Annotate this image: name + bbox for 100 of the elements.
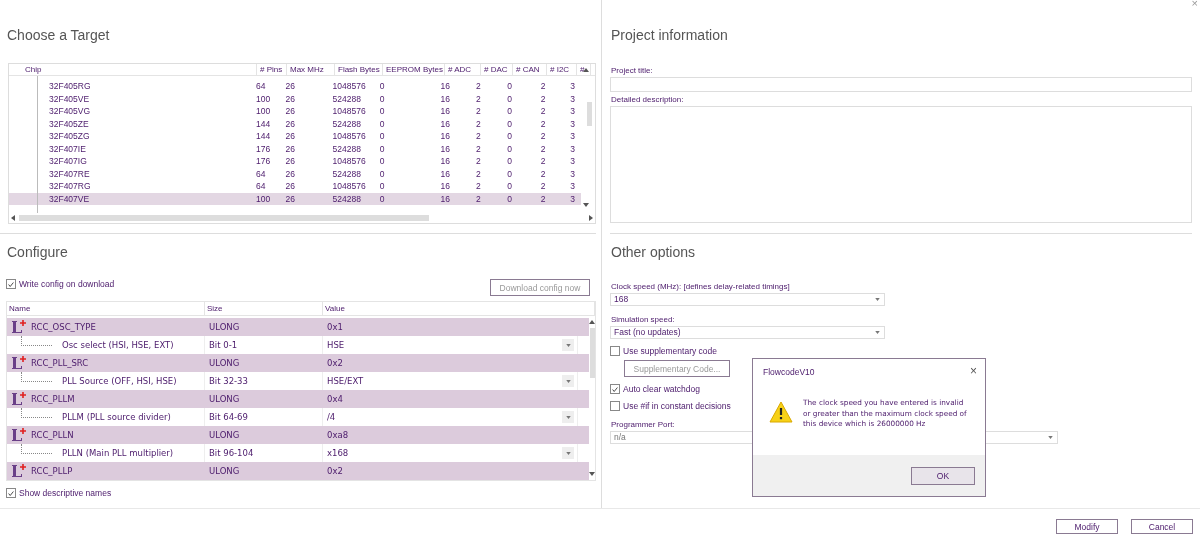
table-cell-text: 16 [439, 130, 451, 143]
table-cell-text: 3 [569, 142, 576, 155]
scroll-up-icon[interactable] [589, 320, 595, 324]
table-cell-text: ULONG [208, 465, 241, 478]
table-cell-text: 524288 [331, 117, 362, 130]
chip-row[interactable]: 32F407IE 176 26 524288 0 16 2 0 2 3 [9, 142, 581, 155]
table-cell-text: 176 [254, 155, 272, 168]
field-label: Programmer Port: [611, 420, 675, 429]
scroll-left-icon[interactable] [11, 215, 15, 221]
table-cell-text: 0 [378, 80, 386, 93]
column-header[interactable]: # Pins [257, 64, 287, 75]
chip-row[interactable]: 32F405RG 64 26 1048576 0 16 2 0 2 3 [9, 80, 581, 93]
scroll-right-icon[interactable] [589, 215, 593, 221]
table-cell-text: ULONG [208, 429, 241, 442]
table-cell-text: 2 [474, 117, 482, 130]
register-row[interactable]: RCC_PLLP ULONG 0x2 [7, 462, 589, 480]
register-name: RCC_OSC_TYPE [31, 321, 96, 334]
column-header[interactable]: Flash Bytes [335, 64, 383, 75]
field-name: PLLM (PLL source divider) [62, 411, 171, 424]
table-cell-text: 100 [254, 105, 272, 118]
table-cell-text: 32F405ZE [48, 117, 90, 130]
scroll-down-icon[interactable] [583, 203, 589, 207]
table-cell-text: 0 [506, 130, 514, 143]
register-row[interactable]: RCC_OSC_TYPE ULONG 0x1 [7, 318, 589, 336]
register-icon [9, 427, 29, 443]
table-cell-text: 0 [506, 80, 514, 93]
checkbox-label: Use supplementary code [623, 346, 718, 356]
table-cell-text: 2 [474, 155, 482, 168]
warning-icon [769, 401, 793, 423]
column-header[interactable]: Value [323, 302, 595, 315]
column-header[interactable]: Chip [9, 64, 257, 75]
checkbox[interactable] [6, 279, 16, 289]
table-cell-text: 1048576 [331, 130, 367, 143]
ok-button[interactable]: OK [911, 466, 975, 485]
table-cell-text: ULONG [208, 357, 241, 370]
checkbox[interactable] [610, 384, 620, 394]
table-cell-text: 16 [439, 142, 451, 155]
project-title-field[interactable] [610, 77, 1192, 92]
table-cell-text: 16 [439, 80, 451, 93]
table-cell-text: 32F405VE [48, 92, 91, 105]
table-cell-text: 26 [284, 80, 296, 93]
dialog-button[interactable]: Modify [1056, 519, 1118, 534]
column-header[interactable]: Max MHz [287, 64, 335, 75]
section-heading: Choose a Target [6, 26, 111, 45]
table-cell-text: 0 [378, 130, 386, 143]
field-name: PLLN (Main PLL multiplier) [62, 447, 174, 460]
chip-row[interactable]: 32F405ZG 144 26 1048576 0 16 2 0 2 3 [9, 130, 581, 143]
table-cell-text: 2 [474, 80, 482, 93]
table-cell-text: 16 [439, 167, 451, 180]
table-cell-text: 0 [378, 155, 386, 168]
section-heading: Project information [610, 26, 729, 45]
column-header[interactable]: Name [7, 302, 205, 315]
column-header[interactable]: # I2C [547, 64, 577, 75]
table-cell-text: 32F407IG [48, 155, 88, 168]
register-row[interactable]: RCC_PLL_SRC ULONG 0x2 [7, 354, 589, 372]
table-cell-text: 0 [506, 155, 514, 168]
column-header[interactable]: # ADC [445, 64, 481, 75]
table-cell-text: 16 [439, 105, 451, 118]
dropdown-arrow-icon [875, 331, 880, 334]
table-cell-text: 32F407IE [48, 142, 87, 155]
column-header[interactable]: Size [205, 302, 323, 315]
register-row[interactable]: RCC_PLLM ULONG 0x4 [7, 390, 589, 408]
chip-row[interactable]: 32F407RG 64 26 1048576 0 16 2 0 2 3 [9, 180, 581, 193]
table-cell-text: 144 [254, 117, 272, 130]
section-heading: Configure [6, 243, 69, 262]
description-field[interactable] [610, 106, 1192, 223]
register-icon [9, 391, 29, 407]
chip-row[interactable]: 32F407VE 100 26 524288 0 16 2 0 2 3 [9, 192, 581, 205]
table-cell-text: 0 [506, 167, 514, 180]
scroll-up-icon[interactable] [583, 68, 589, 72]
table-cell-text: 3 [569, 80, 576, 93]
table-cell-text: 3 [569, 117, 576, 130]
table-cell-text: 1048576 [331, 180, 367, 193]
register-icon [9, 319, 29, 335]
column-header[interactable]: EEPROM Bytes [383, 64, 445, 75]
chip-row[interactable]: 32F407RE 64 26 524288 0 16 2 0 2 3 [9, 167, 581, 180]
register-name: RCC_PLLM [31, 393, 75, 406]
table-cell-text: 0 [506, 142, 514, 155]
checkbox[interactable] [610, 346, 620, 356]
chip-row[interactable]: 32F405VG 100 26 1048576 0 16 2 0 2 3 [9, 105, 581, 118]
checkbox[interactable] [6, 488, 16, 498]
column-header[interactable]: # CAN [513, 64, 547, 75]
register-row[interactable]: RCC_PLLN ULONG 0xa8 [7, 426, 589, 444]
scroll-down-icon[interactable] [589, 472, 595, 476]
column-header[interactable]: # DAC [481, 64, 513, 75]
horizontal-scrollbar[interactable] [9, 213, 595, 223]
close-button[interactable]: × [970, 367, 977, 377]
table-cell-text: 0 [378, 105, 386, 118]
dialog-button[interactable]: Cancel [1131, 519, 1193, 534]
chip-row[interactable]: 32F405ZE 144 26 524288 0 16 2 0 2 3 [9, 117, 581, 130]
table-cell-text: 2 [539, 192, 547, 205]
simulation-speed-dropdown[interactable]: Fast (no updates) [610, 326, 885, 339]
field-label: Detailed description: [611, 95, 684, 104]
table-cell-text: 2 [474, 192, 482, 205]
chip-row[interactable]: 32F405VE 100 26 524288 0 16 2 0 2 3 [9, 92, 581, 105]
clock-speed-dropdown[interactable]: 168 [610, 293, 885, 306]
table-cell-text: 26 [284, 92, 296, 105]
table-cell-text: 3 [569, 192, 576, 205]
chip-row[interactable]: 32F407IG 176 26 1048576 0 16 2 0 2 3 [9, 155, 581, 168]
checkbox[interactable] [610, 401, 620, 411]
